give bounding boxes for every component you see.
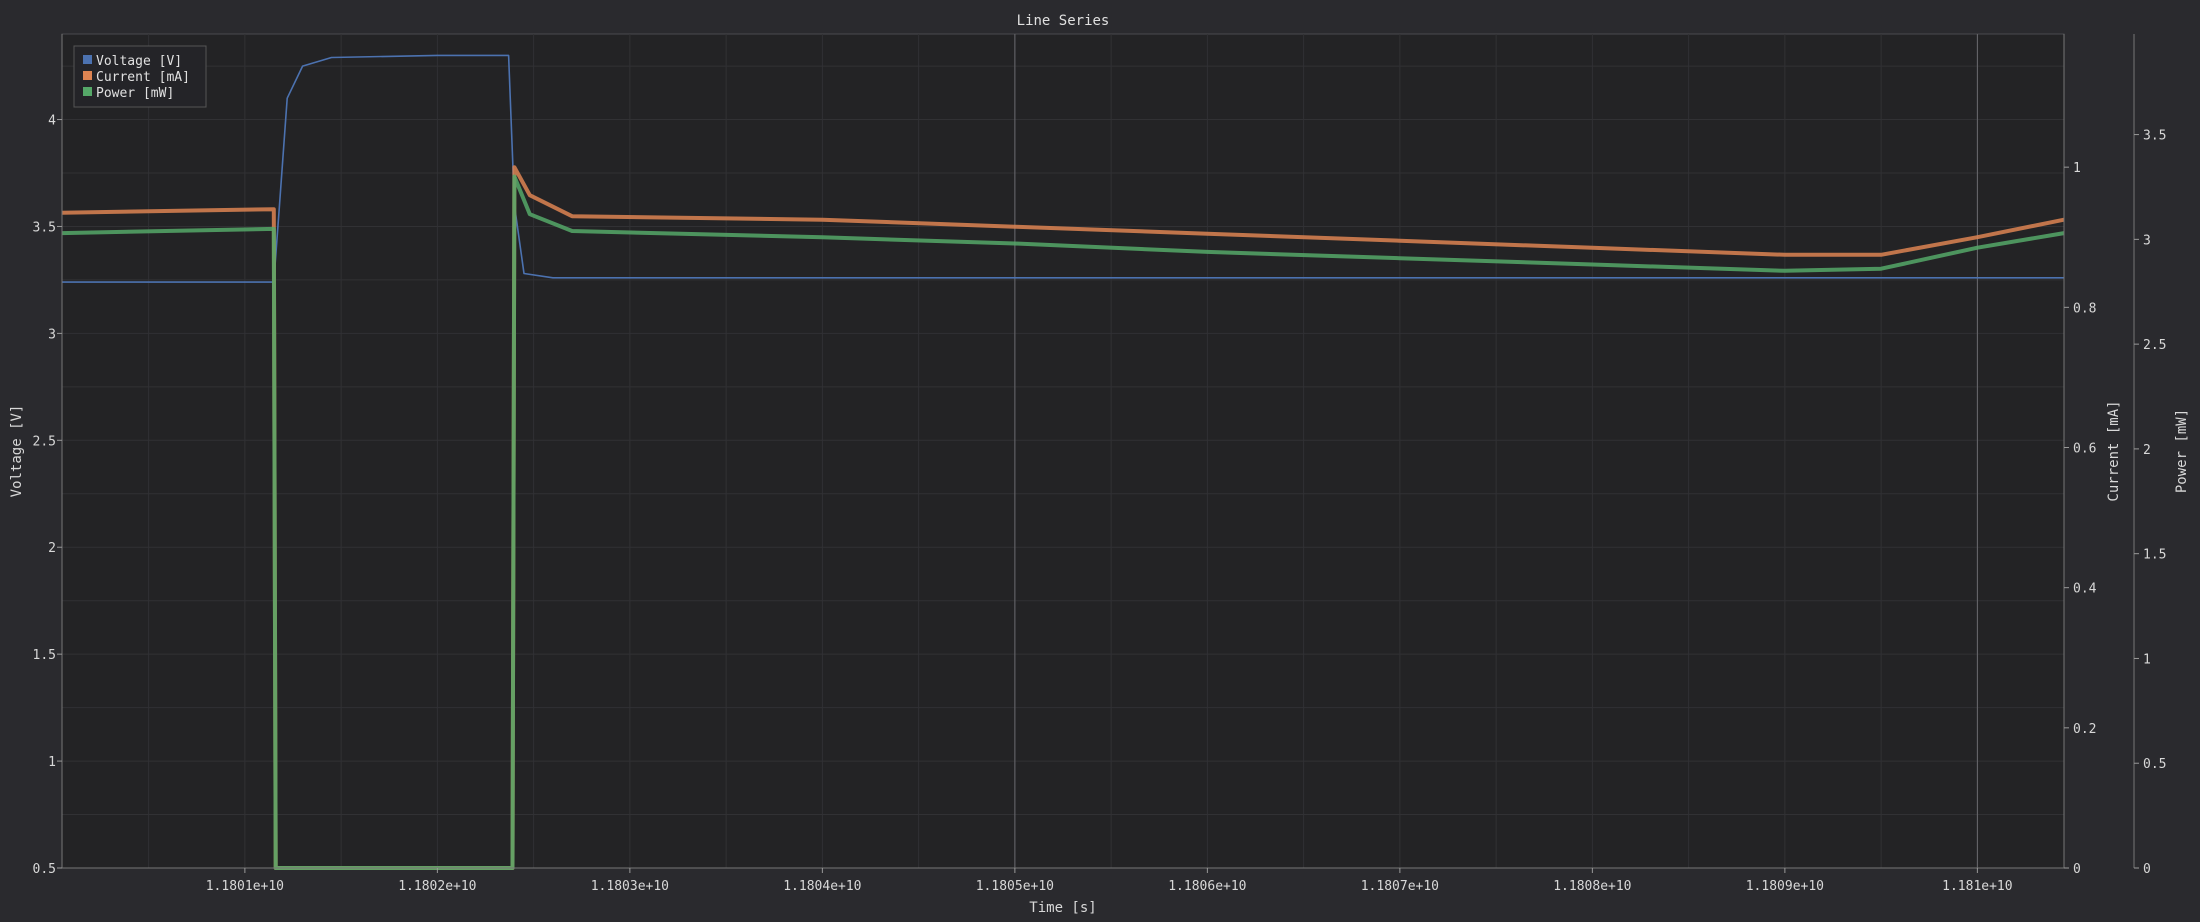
legend-label-power: Power [mW] [96, 86, 174, 101]
x-tick-label: 1.1803e+10 [591, 879, 669, 894]
legend: Voltage [V] Current [mA] Power [mW] [73, 45, 207, 108]
plot-area[interactable] [61, 33, 2065, 869]
y-tick-label-y3: 1 [2143, 652, 2151, 667]
y-tick-label-y2: 0.6 [2073, 441, 2096, 456]
x-tick-label: 1.181e+10 [1942, 879, 2012, 894]
line-series-chart: 1.1801e+10 1.1802e+10 1.1803e+10 1.1804e+10… [9, 13, 2190, 916]
legend-swatch-current [83, 71, 92, 80]
y-tick-label-y2: 1 [2073, 161, 2081, 176]
legend-swatch-power [83, 87, 92, 96]
y-tick-label-y3: 2.5 [2143, 338, 2166, 353]
chart-root: 1.1801e+10 1.1802e+10 1.1803e+10 1.1804e+10… [0, 0, 2200, 922]
y-tick-label-y3: 0 [2143, 862, 2151, 877]
y-tick-label-y1: 3 [48, 327, 56, 342]
y-tick-label-y1: 2 [48, 541, 56, 556]
y-axis-title-current: Current [mA] [2106, 400, 2122, 501]
y-tick-label-y1: 1.5 [33, 648, 56, 663]
legend-label-current: Current [mA] [96, 70, 190, 85]
y-tick-label-y3: 0.5 [2143, 757, 2166, 772]
chart-title: Line Series [1017, 13, 1110, 29]
x-tick-label: 1.1804e+10 [783, 879, 861, 894]
y-axis-title-voltage: Voltage [V] [9, 405, 25, 498]
x-tick-label: 1.1809e+10 [1746, 879, 1824, 894]
y-tick-label-y3: 1.5 [2143, 548, 2166, 563]
x-tick-label: 1.1805e+10 [976, 879, 1054, 894]
y-tick-label-y1: 0.5 [33, 862, 56, 877]
y-tick-label-y1: 1 [48, 755, 56, 770]
x-axis-title: Time [s] [1029, 900, 1096, 916]
y-tick-label-y3: 3 [2143, 233, 2151, 248]
y-tick-label-y1: 4 [48, 114, 56, 129]
y-axis-title-power: Power [mW] [2174, 409, 2190, 493]
y-tick-label-y3: 3.5 [2143, 129, 2166, 144]
y-tick-label-y1: 3.5 [33, 220, 56, 235]
legend-swatch-voltage [83, 55, 92, 64]
x-tick-label: 1.1808e+10 [1553, 879, 1631, 894]
y-tick-label-y2: 0.4 [2073, 582, 2097, 597]
x-tick-label: 1.1807e+10 [1361, 879, 1439, 894]
y-tick-label-y1: 2.5 [33, 434, 56, 449]
legend-label-voltage: Voltage [V] [96, 54, 182, 69]
y-tick-label-y2: 0 [2073, 862, 2081, 877]
y-tick-label-y2: 0.8 [2073, 301, 2096, 316]
x-tick-label: 1.1801e+10 [206, 879, 284, 894]
y-tick-label-y2: 0.2 [2073, 722, 2096, 737]
y-tick-label-y3: 2 [2143, 443, 2151, 458]
x-tick-label: 1.1806e+10 [1168, 879, 1246, 894]
x-tick-label: 1.1802e+10 [398, 879, 476, 894]
